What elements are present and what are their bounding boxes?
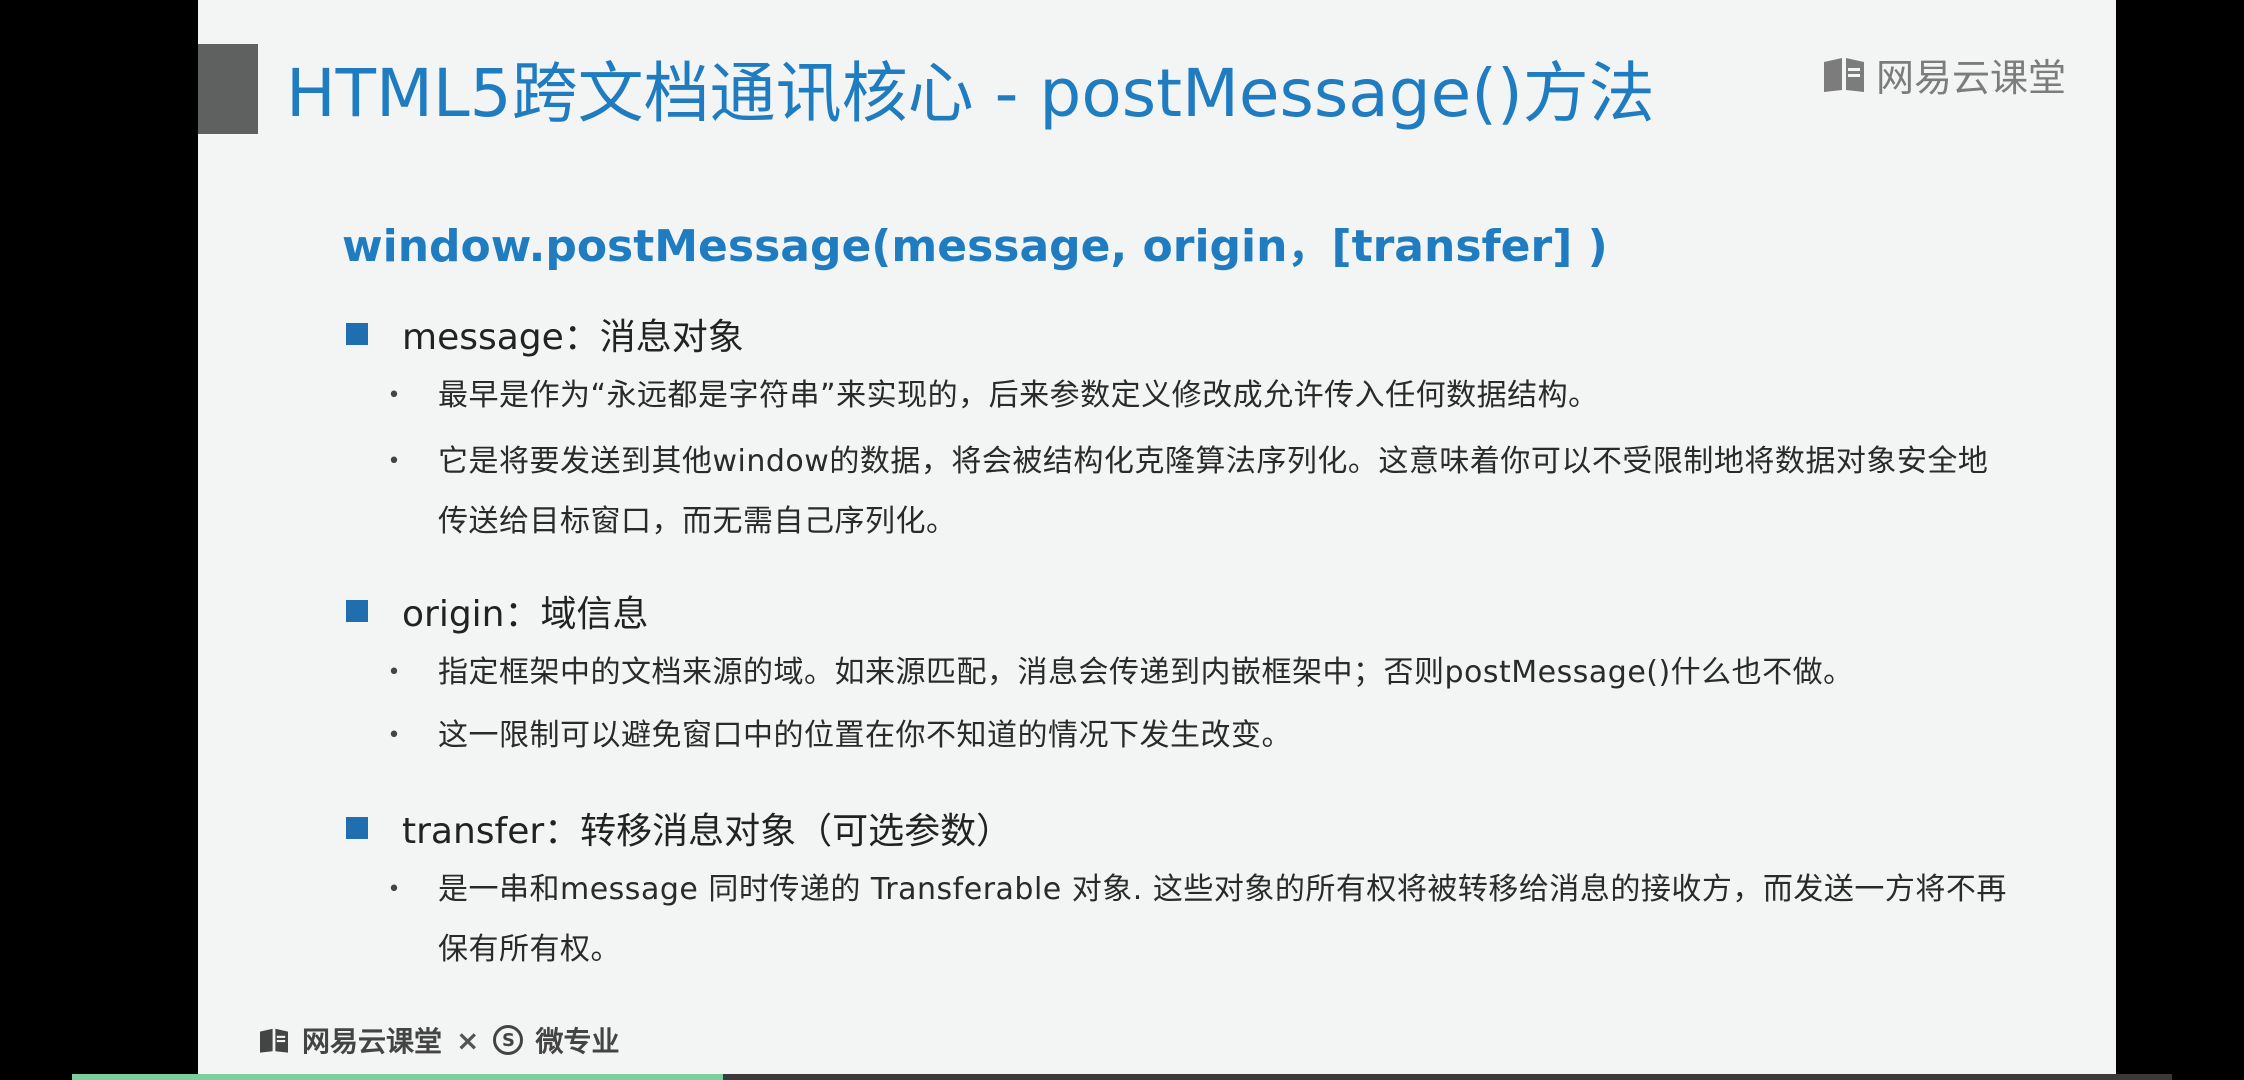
square-bullet-icon	[346, 323, 368, 345]
book-icon	[1823, 58, 1864, 92]
dot-bullet-icon: •	[387, 877, 401, 902]
brand-name: 网易云课堂	[1875, 55, 2066, 100]
title-accent-bar	[198, 44, 258, 134]
list-item-text: 它是将要发送到其他window的数据，将会被结构化克隆算法序列化。这意味着你可以…	[438, 444, 1989, 539]
slide-title: HTML5跨文档通讯核心 - postMessage()方法	[286, 55, 1655, 132]
list-item-text: 指定框架中的文档来源的域。如来源匹配，消息会传递到内嵌框架中；否则postMes…	[438, 655, 1854, 690]
section-heading: message：消息对象	[402, 317, 744, 358]
footer-separator: ×	[456, 1023, 480, 1057]
method-signature: window.postMessage(message, origin，[tran…	[342, 221, 1608, 272]
list-item-text: 这一限制可以避免窗口中的位置在你不知道的情况下发生改变。	[438, 718, 1292, 753]
dot-bullet-icon: •	[387, 449, 401, 474]
video-progress-fill	[72, 1074, 723, 1080]
partner-badge-icon: S	[493, 1025, 524, 1055]
section-heading: transfer：转移消息对象（可选参数）	[402, 811, 1013, 852]
section-origin: origin：域信息	[346, 585, 649, 637]
dot-bullet-icon: •	[387, 660, 401, 685]
footer-partner-name: 微专业	[535, 1025, 620, 1058]
section-transfer: transfer：转移消息对象（可选参数）	[346, 802, 1012, 854]
dot-bullet-icon: •	[387, 723, 401, 748]
video-player[interactable]: HTML5跨文档通讯核心 - postMessage()方法 网易云课堂 win…	[0, 0, 2244, 1080]
footer-brand-name: 网易云课堂	[302, 1025, 443, 1058]
section-heading: origin：域信息	[402, 594, 649, 635]
section-message: message：消息对象	[346, 308, 744, 360]
square-bullet-icon	[346, 600, 368, 622]
list-item-text: 是一串和message 同时传递的 Transferable 对象. 这些对象的…	[438, 872, 2007, 967]
list-item-text: 最早是作为“永远都是字符串”来实现的，后来参数定义修改成允许传入任何数据结构。	[438, 378, 1599, 413]
video-progress-bar[interactable]	[72, 1074, 2172, 1080]
brand-logo: 网易云课堂	[1822, 52, 2066, 100]
square-bullet-icon	[346, 817, 368, 839]
slide: HTML5跨文档通讯核心 - postMessage()方法 网易云课堂 win…	[198, 0, 2116, 1074]
footer-brand: 网易云课堂 × S 微专业	[258, 1018, 620, 1062]
book-icon	[260, 1028, 288, 1053]
dot-bullet-icon: •	[387, 383, 401, 408]
